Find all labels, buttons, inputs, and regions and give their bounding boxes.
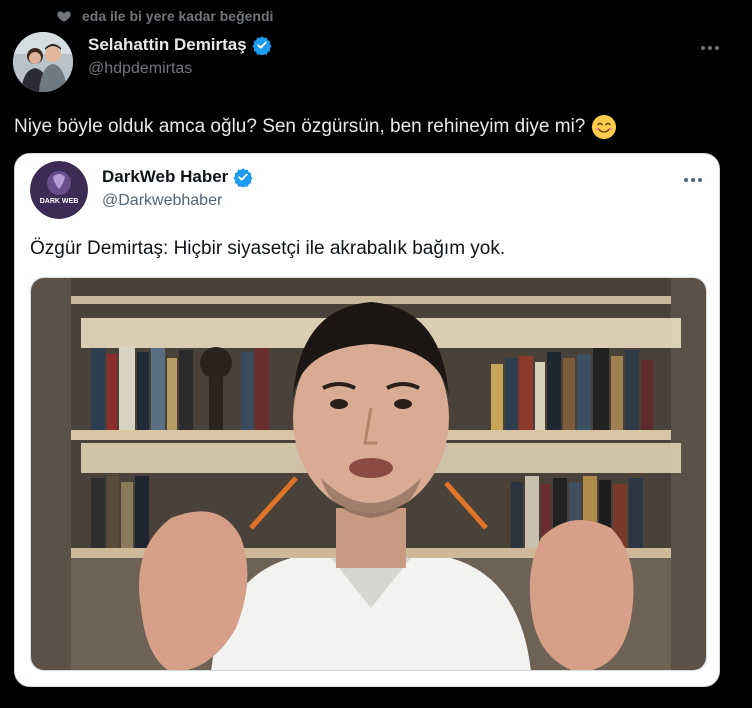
- smiling-face-emoji: [592, 115, 617, 139]
- social-context-text[interactable]: eda ile bi yere kadar beğendi: [82, 8, 273, 24]
- heart-icon: [57, 11, 71, 22]
- social-context: eda ile bi yere kadar beğendi: [56, 6, 273, 26]
- quote-avatar-logo-text: DARK WEB: [40, 198, 79, 205]
- quote-author-handle[interactable]: @Darkwebhaber: [102, 192, 253, 210]
- tweet-text: Niye böyle olduk amca oğlu? Sen özgürsün…: [14, 116, 586, 137]
- quote-author-avatar[interactable]: DARK WEB: [30, 161, 88, 219]
- author-handle[interactable]: @hdpdemirtas: [88, 60, 272, 78]
- quote-verified-badge-icon: [233, 168, 253, 187]
- quoted-tweet-card[interactable]: DARK WEB DarkWeb Haber @Darkwebhaber Özg…: [14, 153, 720, 687]
- quote-more-options-icon[interactable]: [681, 170, 705, 190]
- tweet-text-row: Niye böyle olduk amca oğlu? Sen özgürsün…: [14, 114, 617, 140]
- author-name[interactable]: Selahattin Demirtaş: [88, 35, 247, 55]
- more-options-icon[interactable]: [698, 38, 722, 58]
- quote-author-name[interactable]: DarkWeb Haber: [102, 167, 228, 187]
- verified-badge-icon: [252, 36, 272, 55]
- quote-text: Özgür Demirtaş: Hiçbir siyasetçi ile akr…: [30, 238, 506, 259]
- author-avatar[interactable]: [13, 32, 73, 92]
- video-thumbnail-image[interactable]: [30, 277, 707, 671]
